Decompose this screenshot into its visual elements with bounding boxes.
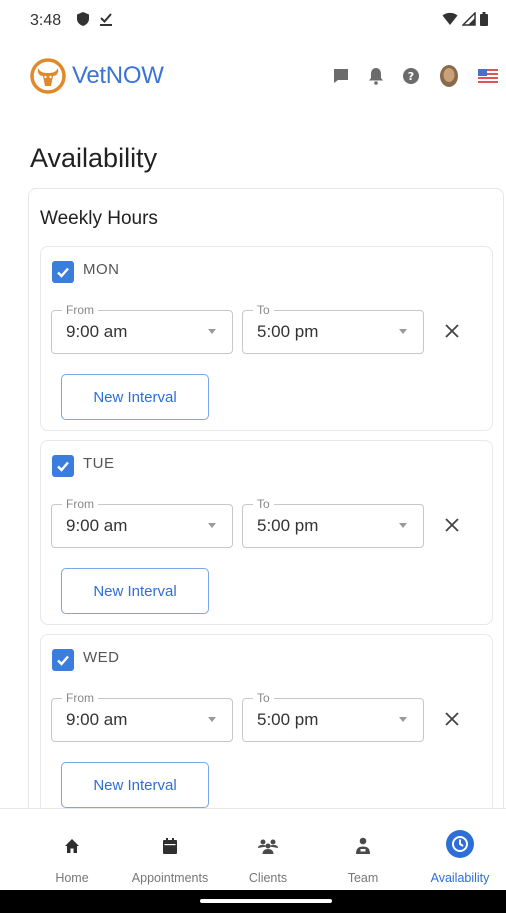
to-time-value: 5:00 pm xyxy=(257,322,319,341)
from-time-select[interactable]: From 9:00 am xyxy=(51,303,233,354)
nav-item-home[interactable]: Home xyxy=(46,809,98,891)
from-label: From xyxy=(62,691,98,705)
page-title: Availability xyxy=(30,143,158,173)
clock-icon xyxy=(446,830,474,858)
to-label: To xyxy=(253,303,274,317)
nav-label: Appointments xyxy=(131,871,209,885)
signal-icon xyxy=(462,12,476,26)
nav-item-clients[interactable]: Clients xyxy=(234,809,302,891)
from-label: From xyxy=(62,303,98,317)
nav-item-availability[interactable]: Availability xyxy=(422,809,498,891)
day-checkbox-tue[interactable] xyxy=(52,455,74,477)
battery-icon xyxy=(480,12,488,26)
from-time-select[interactable]: From 9:00 am xyxy=(51,691,233,742)
nav-label: Home xyxy=(55,871,89,885)
nav-item-appointments[interactable]: Appointments xyxy=(118,809,222,891)
nav-label: Clients xyxy=(248,871,288,885)
from-time-value: 9:00 am xyxy=(66,710,128,729)
from-label: From xyxy=(62,497,98,511)
nav-label: Availability xyxy=(430,871,490,885)
check-icon xyxy=(57,655,69,666)
day-checkbox-mon[interactable] xyxy=(52,261,74,283)
calendar-icon xyxy=(163,838,177,854)
bottom-nav: Home Appointments Clients Team Availabil… xyxy=(0,808,506,890)
close-icon xyxy=(445,712,459,726)
svg-text:?: ? xyxy=(408,70,414,83)
avatar[interactable] xyxy=(438,64,460,88)
day-label: MON xyxy=(83,261,120,278)
day-label: WED xyxy=(83,649,120,666)
check-icon xyxy=(57,461,69,472)
app-name: VetNOW xyxy=(72,62,164,89)
to-time-select[interactable]: To 5:00 pm xyxy=(242,691,424,742)
to-label: To xyxy=(253,497,274,511)
day-card-mon: MON From 9:00 am To 5:00 pm New Interval xyxy=(40,246,493,431)
to-time-value: 5:00 pm xyxy=(257,710,319,729)
day-label: TUE xyxy=(83,455,115,472)
to-time-select[interactable]: To 5:00 pm xyxy=(242,303,424,354)
from-time-select[interactable]: From 9:00 am xyxy=(51,497,233,548)
nav-item-team[interactable]: Team xyxy=(336,809,390,891)
to-label: To xyxy=(253,691,274,705)
close-icon xyxy=(445,518,459,532)
caret-down-icon xyxy=(399,717,407,722)
bell-icon[interactable] xyxy=(368,67,384,85)
nav-label: Team xyxy=(347,871,379,885)
weekly-hours-title: Weekly Hours xyxy=(40,208,158,229)
new-interval-button[interactable]: New Interval xyxy=(61,568,209,614)
gesture-bar xyxy=(0,890,506,913)
close-icon xyxy=(445,324,459,338)
caret-down-icon xyxy=(208,523,216,528)
home-gesture-handle[interactable] xyxy=(200,899,332,903)
caret-down-icon xyxy=(208,329,216,334)
status-bar: 3:48 xyxy=(0,0,506,42)
home-icon xyxy=(65,839,79,853)
remove-interval-button[interactable] xyxy=(440,707,464,731)
team-icon xyxy=(356,837,370,854)
from-time-value: 9:00 am xyxy=(66,322,128,341)
app-header: VetNOW ? xyxy=(0,46,506,106)
help-icon[interactable]: ? xyxy=(402,67,420,85)
app-logo[interactable]: VetNOW xyxy=(30,58,164,94)
caret-down-icon xyxy=(208,717,216,722)
remove-interval-button[interactable] xyxy=(440,319,464,343)
check-icon xyxy=(57,267,69,278)
us-flag-icon[interactable] xyxy=(478,69,498,83)
day-card-wed: WED From 9:00 am To 5:00 pm New Interval xyxy=(40,634,493,819)
vetnow-logo-icon xyxy=(30,58,66,94)
to-time-select[interactable]: To 5:00 pm xyxy=(242,497,424,548)
new-interval-button[interactable]: New Interval xyxy=(61,374,209,420)
status-time: 3:48 xyxy=(30,12,62,29)
caret-down-icon xyxy=(399,329,407,334)
remove-interval-button[interactable] xyxy=(440,513,464,537)
day-checkbox-wed[interactable] xyxy=(52,649,74,671)
to-time-value: 5:00 pm xyxy=(257,516,319,535)
people-icon xyxy=(258,839,278,854)
from-time-value: 9:00 am xyxy=(66,516,128,535)
shield-icon xyxy=(77,12,89,26)
chat-icon[interactable] xyxy=(332,67,350,85)
new-interval-button[interactable]: New Interval xyxy=(61,762,209,808)
day-card-tue: TUE From 9:00 am To 5:00 pm New Interval xyxy=(40,440,493,625)
caret-down-icon xyxy=(399,523,407,528)
wifi-icon xyxy=(442,12,458,25)
download-done-icon xyxy=(100,13,112,26)
